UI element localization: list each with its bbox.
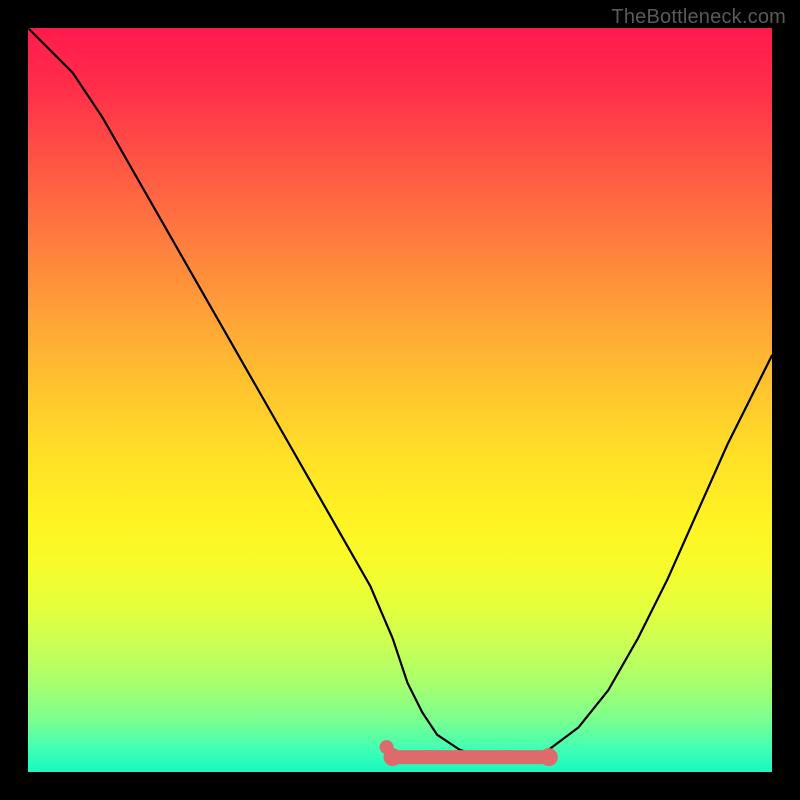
plot-area [28,28,772,772]
heatmap-gradient [28,28,772,772]
chart-container: TheBottleneck.com [0,0,800,800]
watermark-text: TheBottleneck.com [611,6,786,29]
